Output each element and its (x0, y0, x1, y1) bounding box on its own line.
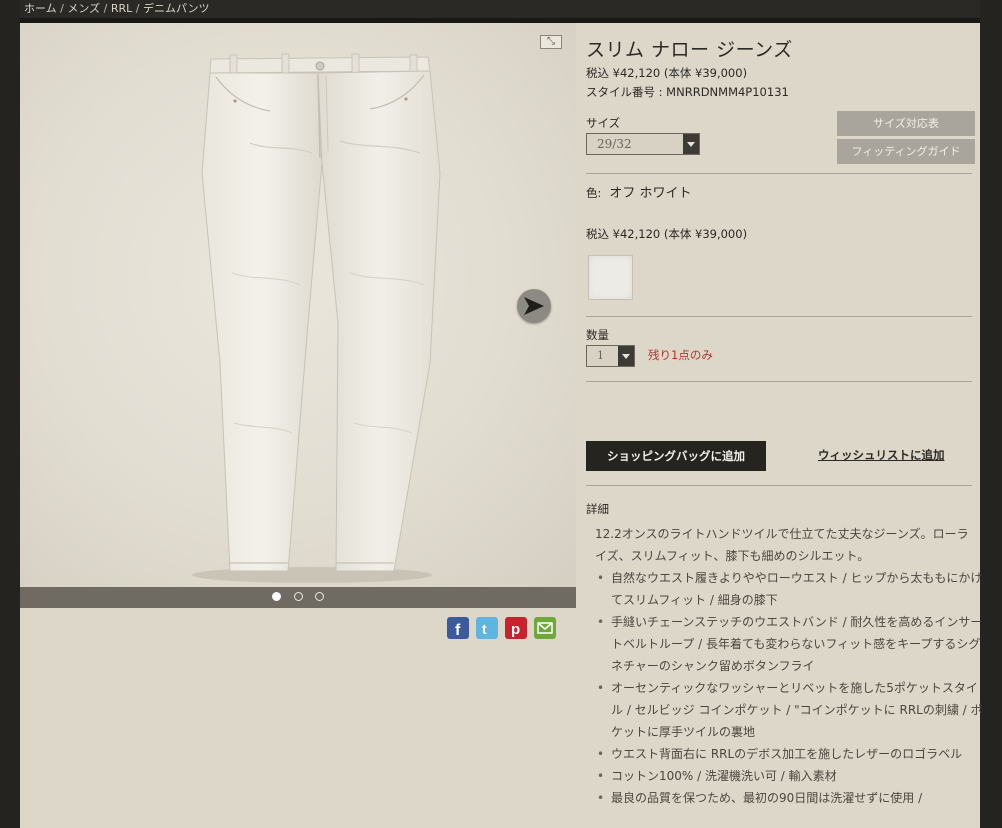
next-image-button[interactable] (517, 289, 551, 323)
details-list: 自然なウエスト履きよりややローウエスト / ヒップから太ももにかけてスリムフィッ… (595, 567, 983, 809)
svg-text:t: t (482, 621, 487, 637)
size-chart-button[interactable]: サイズ対応表 (837, 111, 975, 136)
svg-text:p: p (511, 621, 520, 638)
quantity-select[interactable]: 1 (586, 345, 635, 367)
chevron-down-icon (683, 134, 699, 154)
divider (586, 173, 972, 174)
list-item: オーセンティックなワッシャーとリベットを施した5ポケットスタイル / セルビッジ… (595, 677, 983, 743)
gallery-dot-1[interactable] (272, 592, 281, 601)
fitting-guide-button[interactable]: フィッティングガイド (837, 139, 975, 164)
breadcrumb-mens[interactable]: メンズ (67, 2, 100, 15)
twitter-icon[interactable]: t (476, 617, 498, 639)
divider (586, 485, 972, 486)
right-frame (980, 0, 1002, 828)
add-to-bag-button[interactable]: ショッピングバッグに追加 (586, 441, 766, 471)
product-panel: ⤡ f t p スリム ナロー ジーンズ 税込 ¥42,120 (本体 ¥39,… (20, 23, 983, 828)
gallery-pager (20, 587, 576, 608)
color-row: 色: オフ ホワイト (586, 182, 692, 201)
jeans-product-image (192, 53, 441, 583)
breadcrumb: ホーム / メンズ / RRL / デニムパンツ (24, 2, 210, 15)
email-icon[interactable] (534, 617, 556, 639)
color-price: 税込 ¥42,120 (本体 ¥39,000) (586, 227, 748, 241)
style-number: スタイル番号 : MNRRDNMM4P10131 (586, 85, 789, 99)
chevron-down-icon (618, 346, 634, 366)
divider (586, 381, 972, 382)
pinterest-icon[interactable]: p (505, 617, 527, 639)
facebook-icon[interactable]: f (447, 617, 469, 639)
breadcrumb-home[interactable]: ホーム (24, 2, 57, 15)
product-price: 税込 ¥42,120 (本体 ¥39,000) (586, 66, 748, 80)
list-item: ウエスト背面右に RRLのデボス加工を施したレザーのロゴラベル (595, 743, 983, 765)
quantity-label: 数量 (586, 328, 609, 342)
size-label: サイズ (586, 116, 621, 130)
product-image-viewer[interactable]: ⤡ (20, 23, 576, 587)
left-frame (0, 0, 20, 828)
color-label: 色: (586, 186, 602, 200)
divider (586, 316, 972, 317)
list-item: 手縫いチェーンステッチのウエストバンド / 耐久性を高めるインサートベルトループ… (595, 611, 983, 677)
size-selected-value: 29/32 (597, 137, 632, 151)
expand-icon[interactable]: ⤡ (540, 35, 562, 49)
color-name: オフ ホワイト (609, 186, 692, 201)
gallery-dot-2[interactable] (294, 592, 303, 601)
list-item: 自然なウエスト履きよりややローウエスト / ヒップから太ももにかけてスリムフィッ… (595, 567, 983, 611)
breadcrumb-rrl[interactable]: RRL (111, 2, 132, 15)
add-to-wishlist-link[interactable]: ウィッシュリストに追加 (818, 447, 945, 463)
arrow-right-icon (524, 297, 544, 315)
svg-text:f: f (455, 622, 461, 639)
stock-note: 残り1点のみ (648, 348, 713, 362)
details-description: 12.2オンスのライトハンドツイルで仕立てた丈夫なジーンズ。ローライズ、スリムフ… (595, 527, 969, 563)
color-swatch-off-white[interactable] (588, 255, 633, 300)
quantity-selected-value: 1 (597, 349, 604, 362)
list-item: コットン100% / 洗濯機洗い可 / 輸入素材 (595, 765, 983, 787)
list-item: 最良の品質を保つため、最初の90日間は洗濯せずに使用 / (595, 787, 983, 809)
product-title: スリム ナロー ジーンズ (586, 39, 793, 61)
breadcrumb-denim-pants[interactable]: デニムパンツ (143, 2, 210, 15)
details-label: 詳細 (586, 502, 609, 516)
size-select[interactable]: 29/32 (586, 133, 700, 155)
gallery-dot-3[interactable] (315, 592, 324, 601)
